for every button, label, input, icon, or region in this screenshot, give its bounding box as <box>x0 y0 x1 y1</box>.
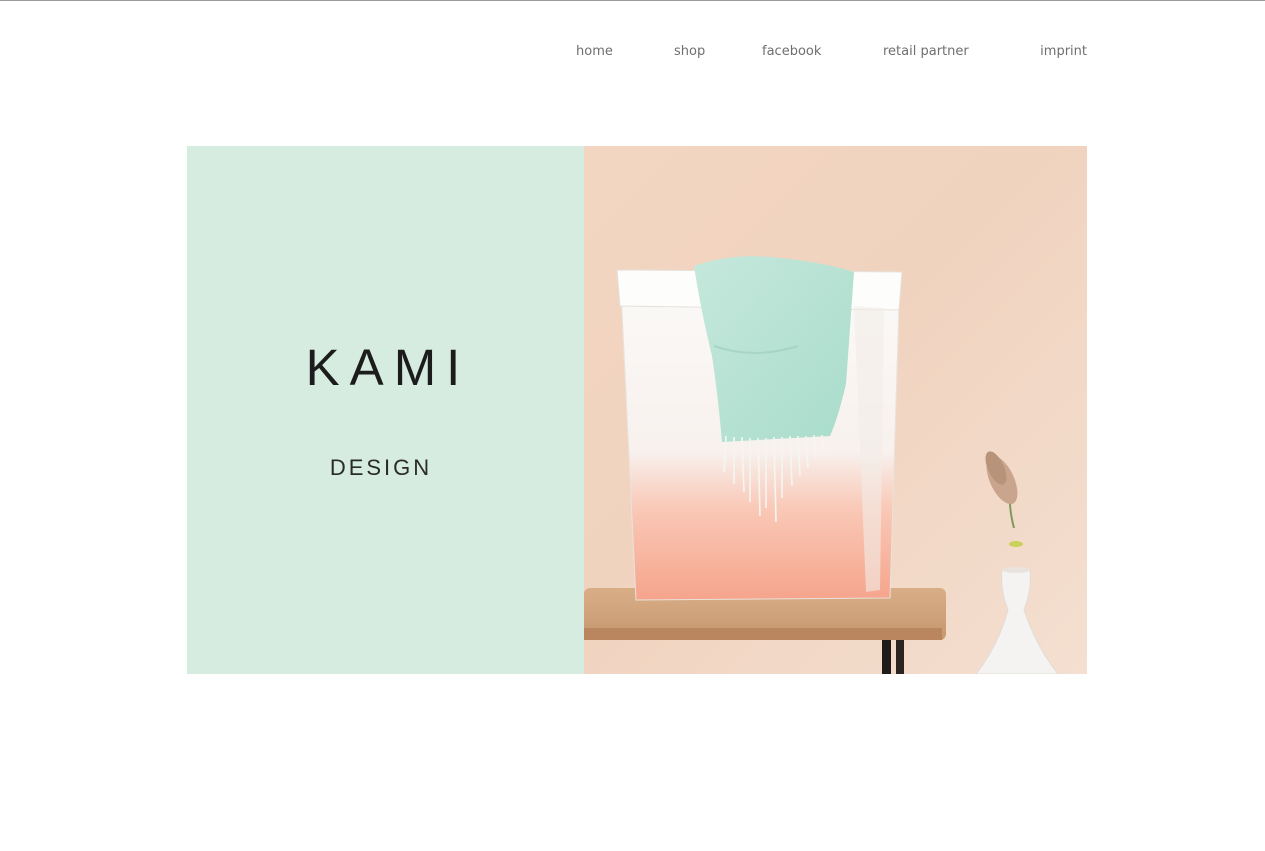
nav-item-facebook[interactable]: facebook <box>762 44 821 59</box>
brand-logo-tagline: DESIGN <box>329 455 433 480</box>
top-divider <box>0 0 1265 1</box>
nav-item-retail-partner[interactable]: retail partner <box>883 44 969 59</box>
brand-logo-name: KAMI <box>305 339 471 396</box>
product-photo-illustration <box>584 256 1059 674</box>
product-photo <box>584 146 1087 674</box>
nav-item-imprint[interactable]: imprint <box>1040 44 1087 59</box>
nav-item-home[interactable]: home <box>576 44 613 59</box>
bench <box>584 588 946 674</box>
nav-item-shop[interactable]: shop <box>674 44 705 59</box>
main-nav: home shop facebook retail partner imprin… <box>0 44 1265 64</box>
hero-banner: KAMI DESIGN <box>187 146 1087 674</box>
brand-panel: KAMI DESIGN <box>187 146 584 674</box>
vase-with-flower <box>975 451 1059 674</box>
